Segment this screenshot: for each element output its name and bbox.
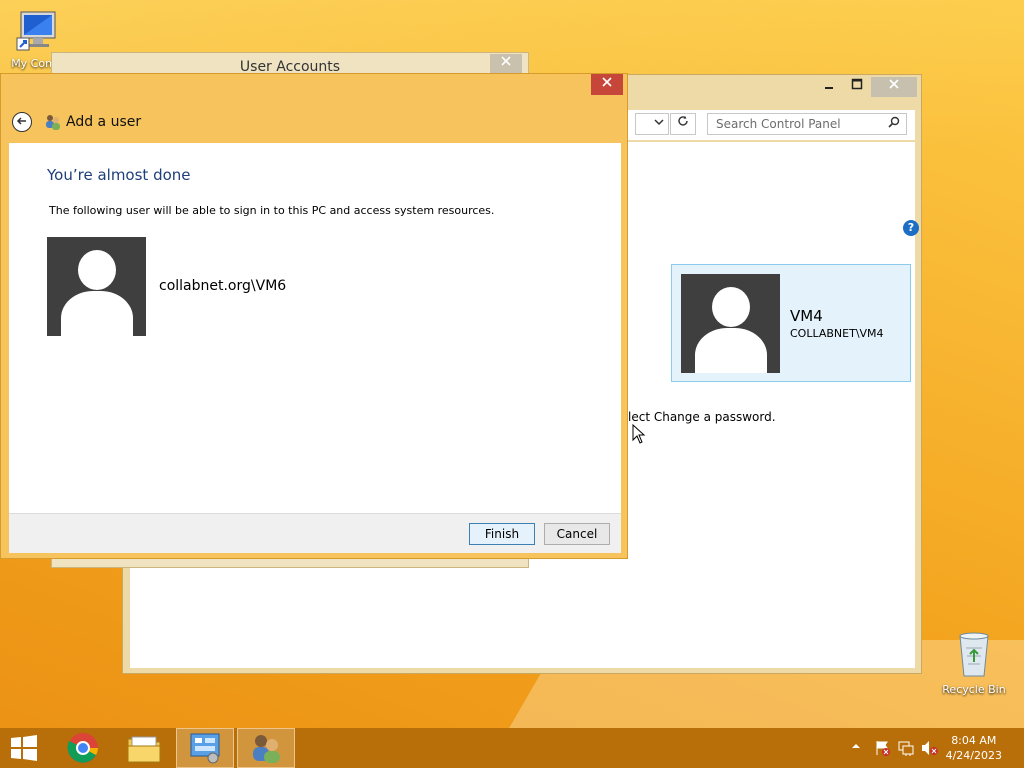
dialog-title: Add a user — [66, 114, 142, 130]
users-icon — [253, 735, 280, 763]
user-card-domain: COLLABNET\VM4 — [790, 327, 884, 340]
windows-logo-icon — [11, 735, 37, 761]
chevron-up-icon — [852, 744, 860, 748]
user-card[interactable]: VM4 COLLABNET\VM4 — [671, 264, 911, 382]
new-user-avatar — [47, 237, 146, 336]
taskbar: 8:04 AM 4/24/2023 — [0, 728, 1024, 768]
search-placeholder: Search Control Panel — [716, 117, 841, 131]
cancel-button[interactable]: Cancel — [544, 523, 610, 545]
dialog-description: The following user will be able to sign … — [49, 204, 495, 217]
arrow-left-icon — [16, 117, 26, 125]
recycle-bin-label: Recycle Bin — [942, 683, 1006, 696]
action-center-icon[interactable] — [874, 740, 890, 759]
user-accounts-close-button[interactable] — [490, 54, 522, 74]
clock-date: 4/24/2023 — [945, 749, 1002, 762]
start-button[interactable] — [0, 728, 48, 768]
new-user-name: collabnet.org\VM6 — [159, 278, 287, 294]
change-password-hint: lect Change a password. — [628, 410, 776, 424]
user-card-name: VM4 — [790, 307, 823, 325]
refresh-icon — [678, 116, 688, 126]
system-clock[interactable]: 8:04 AM 4/24/2023 — [946, 733, 1002, 763]
maximize-icon — [851, 78, 863, 90]
network-icon[interactable] — [898, 740, 914, 759]
refresh-button[interactable] — [670, 113, 696, 135]
maximize-button[interactable] — [842, 77, 872, 97]
address-dropdown[interactable] — [635, 113, 669, 135]
minimize-icon — [825, 87, 833, 89]
add-user-dialog: Add a user You’re almost done The follow… — [0, 73, 628, 559]
minimize-button[interactable] — [814, 77, 844, 97]
taskbar-chrome[interactable] — [54, 728, 112, 768]
volume-muted-icon[interactable] — [921, 740, 939, 759]
trash-icon — [959, 632, 989, 677]
taskbar-user-accounts[interactable] — [237, 728, 295, 768]
search-input[interactable]: Search Control Panel — [707, 113, 907, 135]
close-icon — [501, 56, 511, 66]
users-icon — [44, 113, 62, 135]
folder-icon — [127, 736, 161, 763]
taskbar-file-explorer[interactable] — [115, 728, 173, 768]
computer-icon — [16, 11, 56, 51]
taskbar-control-panel[interactable] — [176, 728, 234, 768]
clock-time: 8:04 AM — [951, 734, 997, 747]
mouse-cursor-icon — [632, 424, 646, 444]
close-icon — [602, 77, 612, 87]
dialog-close-button[interactable] — [591, 74, 623, 95]
dialog-body: You’re almost done The following user wi… — [9, 143, 621, 513]
close-icon — [889, 79, 899, 89]
chrome-icon — [67, 733, 98, 763]
user-avatar — [681, 274, 780, 373]
help-icon[interactable]: ? — [903, 220, 919, 236]
chevron-down-icon — [654, 119, 664, 126]
finish-button[interactable]: Finish — [469, 523, 535, 545]
close-button[interactable] — [871, 77, 917, 97]
recycle-bin-icon[interactable]: Recycle Bin — [937, 630, 1011, 696]
dialog-heading: You’re almost done — [47, 166, 191, 184]
dialog-footer: Finish Cancel — [9, 513, 621, 553]
show-hidden-icons-button[interactable] — [851, 740, 861, 754]
control-panel-icon — [190, 733, 220, 764]
search-icon[interactable] — [888, 116, 900, 132]
back-button[interactable] — [12, 112, 32, 132]
